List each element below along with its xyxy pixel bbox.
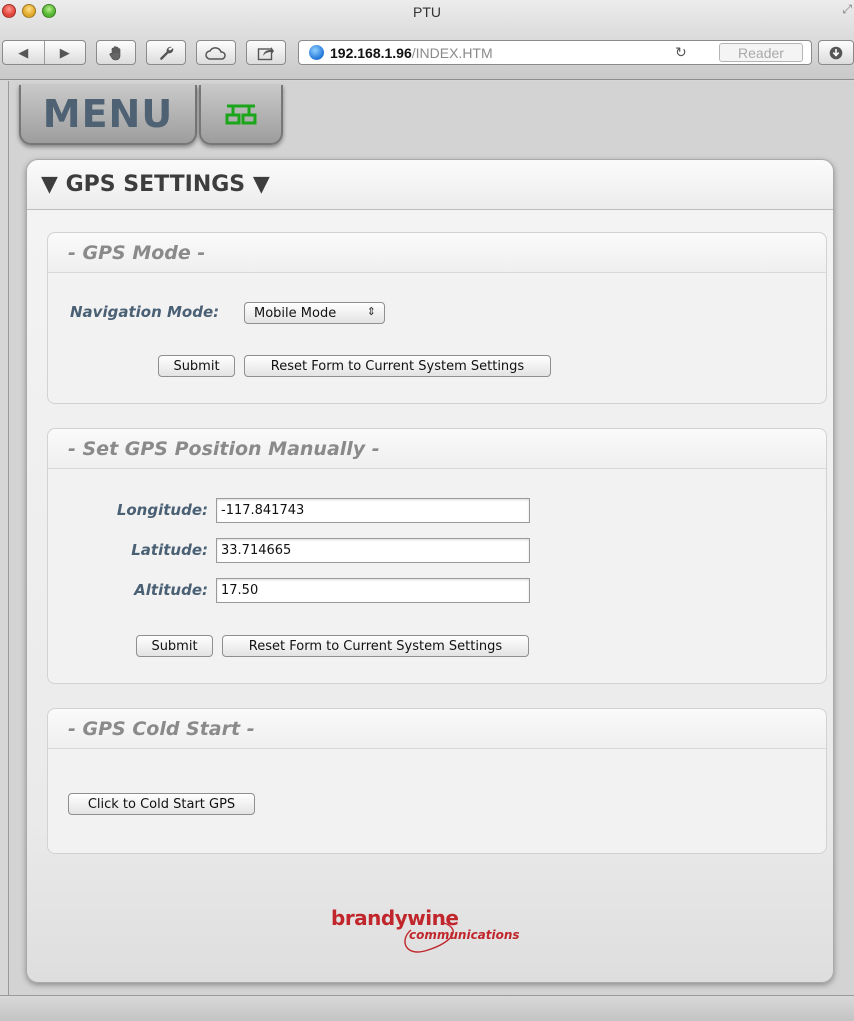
back-icon[interactable]: ◀ <box>3 45 44 61</box>
back-forward-group: ◀ ▶ <box>2 40 86 65</box>
wrench-icon <box>160 46 174 60</box>
menu-label: MENU <box>42 92 174 136</box>
gps-settings-panel: ▼ GPS SETTINGS ▼ - GPS Mode - Navigation… <box>26 159 834 983</box>
logo-sub-text: communications <box>409 928 520 942</box>
manual-position-heading: - Set GPS Position Manually - <box>68 437 380 460</box>
browser-statusbar <box>0 995 854 1021</box>
url-path: /INDEX.HTM <box>411 44 493 61</box>
gps-mode-reset-button[interactable]: Reset Form to Current System Settings <box>244 355 551 377</box>
download-icon <box>829 46 843 59</box>
menu-tab[interactable]: MENU <box>19 85 197 145</box>
url-host: 192.168.1.96 <box>330 44 412 61</box>
cold-start-section: - GPS Cold Start - Click to Cold Start G… <box>47 708 827 854</box>
latitude-field[interactable]: 33.714665 <box>216 538 530 563</box>
altitude-field[interactable]: 17.50 <box>216 578 530 603</box>
longitude-field[interactable]: -117.841743 <box>216 498 530 523</box>
reader-button[interactable]: Reader <box>719 43 803 62</box>
icloud-button[interactable] <box>196 40 236 65</box>
panel-header[interactable]: ▼ GPS SETTINGS ▼ <box>27 160 833 210</box>
select-arrows-icon: ⇕ <box>366 305 376 318</box>
browser-titlebar: PTU ⤢ ◀ ▶ 192.168.1.96/INDEX.HTM ↻ Reade… <box>0 0 854 80</box>
forward-icon[interactable]: ▶ <box>45 45 86 61</box>
navigation-mode-select[interactable]: Mobile Mode ⇕ <box>244 302 385 324</box>
cold-start-heading: - GPS Cold Start - <box>68 717 255 740</box>
gps-mode-heading: - GPS Mode - <box>68 241 206 264</box>
address-bar[interactable]: 192.168.1.96/INDEX.HTM ↻ Reader <box>298 40 812 65</box>
downloads-button[interactable] <box>818 40 854 65</box>
gps-mode-section: - GPS Mode - Navigation Mode: Mobile Mod… <box>47 232 827 404</box>
manual-position-submit-button[interactable]: Submit <box>136 635 213 657</box>
altitude-label: Altitude: <box>134 581 208 599</box>
logo-main-text: brandywine <box>331 906 459 930</box>
cold-start-button[interactable]: Click to Cold Start GPS <box>68 793 255 815</box>
manual-position-reset-button[interactable]: Reset Form to Current System Settings <box>222 635 529 657</box>
manual-position-section: - Set GPS Position Manually - Longitude:… <box>47 428 827 684</box>
panel-title: ▼ GPS SETTINGS ▼ <box>41 172 270 197</box>
latitude-label: Latitude: <box>131 541 208 559</box>
share-button[interactable] <box>246 40 286 65</box>
page-viewport: MENU ▼ GPS SETTINGS ▼ - GPS Mode - Navig… <box>8 81 854 995</box>
longitude-label: Longitude: <box>116 501 208 519</box>
brandywine-logo: brandywine communications <box>313 900 553 960</box>
network-icon <box>225 104 257 125</box>
tools-button[interactable] <box>146 40 186 65</box>
window-title: PTU <box>413 4 441 20</box>
hand-icon <box>109 45 121 60</box>
navigation-mode-value: Mobile Mode <box>254 305 337 321</box>
fullscreen-icon[interactable]: ⤢ <box>842 2 852 17</box>
share-icon <box>257 46 274 60</box>
stop-button[interactable] <box>96 40 136 65</box>
globe-icon <box>309 45 324 60</box>
network-tab[interactable] <box>199 85 283 145</box>
navigation-mode-label: Navigation Mode: <box>70 303 220 321</box>
reload-icon[interactable]: ↻ <box>675 44 687 61</box>
cloud-icon <box>205 46 226 60</box>
gps-mode-submit-button[interactable]: Submit <box>158 355 235 377</box>
